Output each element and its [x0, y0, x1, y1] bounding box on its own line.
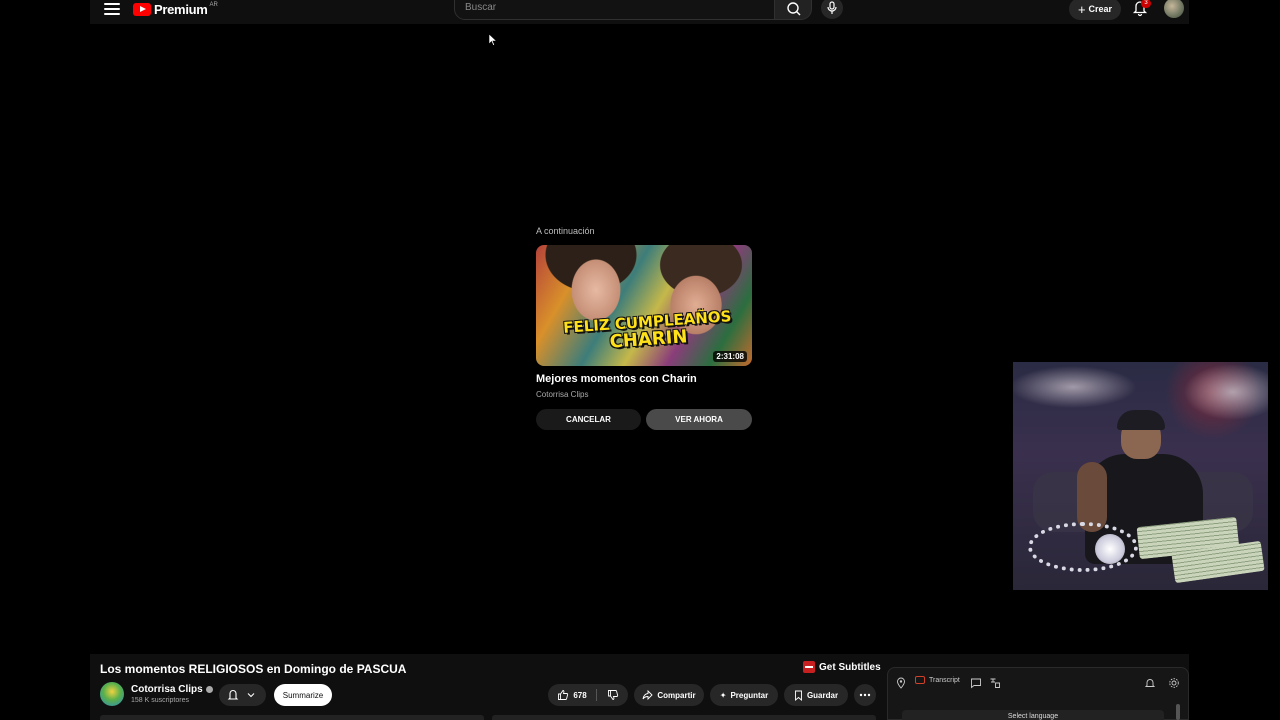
- search-box: [454, 0, 775, 20]
- more-horizontal-icon: [859, 693, 871, 697]
- share-icon: [642, 690, 654, 700]
- language-select[interactable]: Select language: [902, 710, 1164, 720]
- account-avatar[interactable]: [1164, 0, 1184, 18]
- up-next-card: A continuación FELIZ CUMPLEAÑOS CHARIN 2…: [536, 226, 752, 430]
- share-button[interactable]: Compartir: [634, 684, 704, 706]
- panel-scrollbar[interactable]: [1176, 704, 1180, 720]
- top-bar: Premium AR + Crear 3: [90, 0, 1189, 24]
- logo-country-code: AR: [209, 2, 218, 8]
- bell-icon[interactable]: [1144, 677, 1156, 689]
- up-next-title[interactable]: Mejores momentos con Charin: [536, 373, 697, 385]
- like-dislike-group: 678: [548, 684, 628, 706]
- channel-avatar[interactable]: [100, 682, 124, 706]
- logo-text: Premium: [154, 2, 208, 17]
- menu-icon[interactable]: [104, 3, 120, 17]
- share-label: Compartir: [657, 690, 696, 700]
- youtube-premium-logo[interactable]: Premium AR: [133, 2, 218, 17]
- create-label: Crear: [1088, 4, 1113, 14]
- divider: [596, 689, 597, 701]
- sparkle-icon: ✦: [719, 690, 727, 700]
- channel-name[interactable]: Cotorrisa Clips: [131, 684, 213, 695]
- transcript-tab[interactable]: Transcript: [915, 676, 960, 684]
- video-duration: 2:31:08: [713, 351, 747, 362]
- floating-video-image[interactable]: [1013, 362, 1268, 590]
- search-button[interactable]: [774, 0, 812, 20]
- settings-gear-icon[interactable]: [1168, 677, 1180, 689]
- summarize-button[interactable]: Summarize: [274, 684, 332, 706]
- notification-badge: 3: [1141, 0, 1151, 8]
- bell-icon: [227, 690, 255, 700]
- up-next-label: A continuación: [536, 226, 595, 236]
- translate-icon[interactable]: [989, 677, 1001, 689]
- subtitles-icon: [803, 661, 815, 673]
- channel-name-text: Cotorrisa Clips: [131, 684, 203, 695]
- more-actions-button[interactable]: [854, 684, 876, 706]
- like-button[interactable]: 678: [548, 684, 596, 706]
- video-info-panel: Los momentos RELIGIOSOS en Domingo de PA…: [90, 654, 1189, 720]
- chat-icon[interactable]: [970, 677, 982, 689]
- cap-shape: [1117, 410, 1165, 430]
- thumbs-up-icon: [558, 690, 569, 700]
- watch-now-button[interactable]: VER AHORA: [646, 409, 752, 430]
- save-button[interactable]: Guardar: [784, 684, 848, 706]
- thumbnail-caption: FELIZ CUMPLEAÑOS CHARIN: [557, 307, 739, 355]
- plus-icon: +: [1077, 1, 1086, 17]
- transcript-icon: [915, 676, 925, 684]
- verified-icon: [205, 685, 213, 693]
- get-subtitles-button[interactable]: Get Subtitles: [803, 661, 881, 673]
- up-next-thumbnail[interactable]: FELIZ CUMPLEAÑOS CHARIN 2:31:08: [536, 245, 752, 366]
- subscriber-count: 158 K suscriptores: [131, 697, 189, 704]
- transcript-extension-panel: Transcript Select language: [887, 667, 1189, 720]
- save-label: Guardar: [806, 690, 839, 700]
- search-input[interactable]: [465, 2, 765, 13]
- video-title: Los momentos RELIGIOSOS en Domingo de PA…: [100, 662, 407, 676]
- get-subtitles-label: Get Subtitles: [819, 661, 881, 673]
- dislike-button[interactable]: [598, 684, 628, 706]
- bookmark-icon: [794, 690, 802, 701]
- location-pin-icon[interactable]: [895, 677, 907, 689]
- subscription-notify-button[interactable]: [219, 684, 266, 706]
- youtube-play-icon: [133, 3, 151, 16]
- microphone-icon: [827, 1, 837, 14]
- like-count: 678: [573, 690, 587, 700]
- ask-button[interactable]: ✦ Preguntar: [710, 684, 778, 706]
- mouse-cursor-icon: [489, 34, 497, 46]
- transcript-label: Transcript: [929, 676, 960, 684]
- create-button[interactable]: + Crear: [1069, 0, 1121, 20]
- voice-search-button[interactable]: [821, 0, 843, 19]
- search-icon: [787, 2, 801, 16]
- related-box-edge: [492, 715, 876, 720]
- description-box-edge: [100, 715, 484, 720]
- up-next-channel: Cotorrisa Clips: [536, 390, 589, 399]
- ask-label: Preguntar: [730, 690, 769, 700]
- cancel-button[interactable]: CANCELAR: [536, 409, 641, 430]
- thumbs-down-icon: [608, 690, 619, 700]
- pendant-shape: [1095, 534, 1125, 564]
